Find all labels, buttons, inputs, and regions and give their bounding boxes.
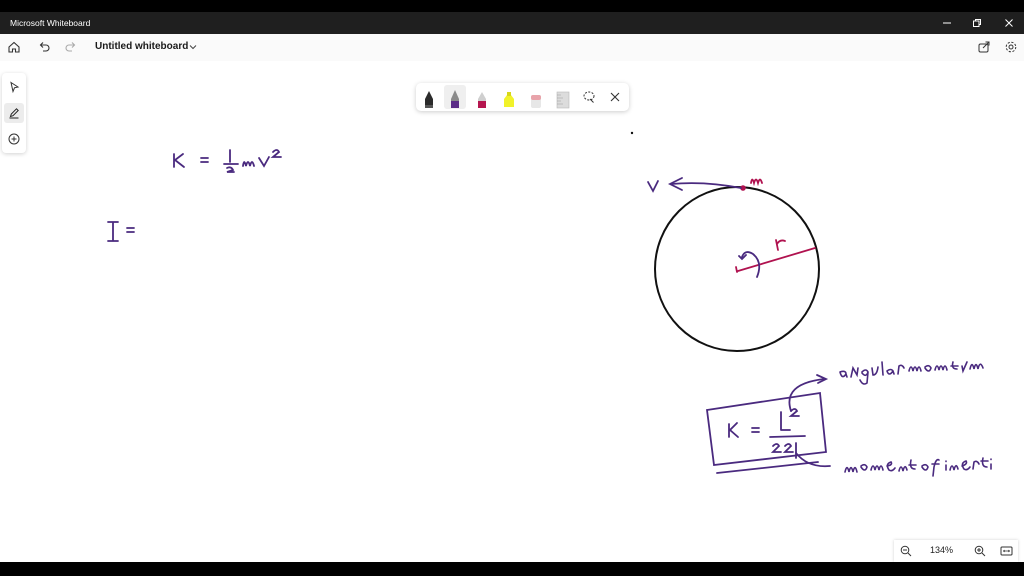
zoom-in-button[interactable]	[970, 541, 990, 561]
black-pen-button[interactable]	[418, 85, 440, 109]
stray-dot	[630, 131, 634, 135]
black-pen-icon	[425, 91, 433, 108]
lasso-icon	[583, 91, 595, 103]
zoom-level[interactable]: 134%	[930, 545, 953, 555]
purple-pen-button[interactable]	[444, 85, 466, 109]
zoom-out-button[interactable]	[896, 541, 916, 561]
select-icon	[10, 81, 20, 93]
magenta-pen-icon	[478, 92, 486, 108]
close-icon	[610, 92, 620, 102]
ruler-icon	[556, 91, 570, 109]
magenta-pen-button[interactable]	[471, 85, 493, 109]
fit-to-screen-button[interactable]	[996, 541, 1016, 561]
velocity-arrow	[647, 177, 742, 193]
select-tool-button[interactable]	[4, 77, 24, 97]
kinetic-energy-formula	[173, 149, 282, 173]
zoom-out-icon	[900, 545, 912, 557]
eraser-button[interactable]	[525, 85, 547, 109]
ruler-button[interactable]	[552, 85, 574, 109]
pen-tray	[416, 83, 629, 111]
left-toolbar	[2, 73, 26, 153]
eraser-icon	[531, 95, 541, 108]
fit-screen-icon	[1000, 546, 1012, 556]
pen-tool-button[interactable]	[4, 103, 24, 123]
lasso-select-button[interactable]	[578, 85, 600, 109]
moment-of-inertia-annotation	[844, 457, 992, 477]
inertia-partial-formula	[107, 221, 135, 242]
zoom-controls: 134%	[894, 540, 1018, 562]
angular-momentum-annotation	[839, 361, 984, 385]
highlighter-button[interactable]	[498, 85, 520, 109]
mass-label	[750, 178, 763, 187]
purple-pen-icon	[451, 90, 459, 108]
radius-line	[735, 239, 816, 273]
zoom-in-icon	[974, 545, 986, 557]
rotation-arrow	[738, 251, 761, 278]
close-tray-button[interactable]	[604, 85, 626, 109]
highlighter-icon	[504, 92, 514, 107]
add-content-button[interactable]	[4, 129, 24, 149]
pen-icon	[9, 108, 19, 119]
add-icon	[8, 133, 20, 145]
boxed-formula	[705, 391, 827, 474]
